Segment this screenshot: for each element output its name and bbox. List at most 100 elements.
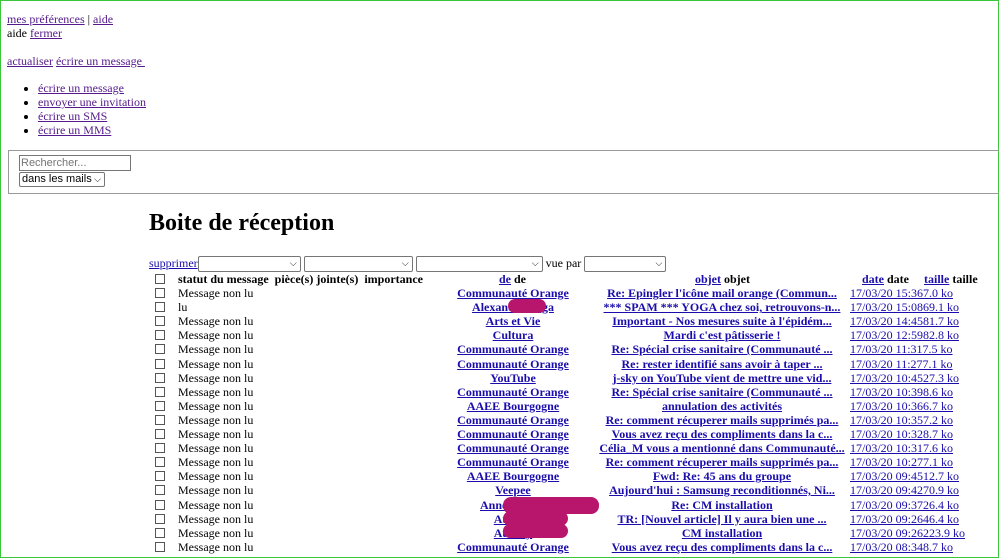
subject-link[interactable]: Important - Nos mesures suite à l'épidém…: [612, 314, 831, 328]
select-all-checkbox[interactable]: [155, 274, 165, 284]
sender-link[interactable]: AAEE Bourgogne: [467, 469, 559, 483]
subject-link[interactable]: Re: rester identifié sans avoir à taper …: [621, 357, 822, 371]
date-size-link[interactable]: 17/03/20 09:26223.9 ko: [850, 526, 965, 540]
action-select-1[interactable]: ⌵: [197, 256, 301, 273]
row-checkbox[interactable]: [155, 330, 165, 340]
row-checkbox[interactable]: [155, 373, 165, 383]
menu-write-message[interactable]: écrire un message: [38, 81, 124, 95]
sender-link[interactable]: Communauté Orange: [457, 427, 569, 441]
help-link[interactable]: aide: [93, 12, 113, 26]
date-size-link[interactable]: 17/03/20 12:5982.8 ko: [850, 328, 959, 342]
subject-link[interactable]: Re: comment récuperer mails supprimés pa…: [606, 413, 839, 427]
sender-link[interactable]: Cultura: [493, 328, 534, 342]
action-select-2[interactable]: ⌵: [303, 256, 413, 273]
subject-link[interactable]: Re: Spécial crise sanitaire (Communauté …: [611, 342, 832, 356]
menu-write-sms[interactable]: écrire un SMS: [38, 109, 107, 123]
subject-link[interactable]: Célia_M vous a mentionné dans Communauté…: [599, 441, 844, 455]
date-size-link[interactable]: 17/03/20 10:328.7 ko: [850, 427, 953, 441]
subject-link[interactable]: Re: Epingler l'icône mail orange (Commun…: [607, 286, 837, 300]
row-checkbox[interactable]: [155, 302, 165, 312]
date-size-link[interactable]: 17/03/20 10:366.7 ko: [850, 399, 953, 413]
sort-by-from-link[interactable]: de: [499, 272, 511, 286]
date-size-link[interactable]: 17/03/20 09:3726.4 ko: [850, 498, 959, 512]
subject-link[interactable]: *** SPAM *** YOGA chez soi, retrouvons-n…: [604, 300, 841, 314]
subject-link[interactable]: Re: comment récuperer mails supprimés pa…: [606, 455, 839, 469]
subject-link[interactable]: Fwd: Re: 45 ans du groupe: [653, 469, 791, 483]
date-size-link[interactable]: 17/03/20 10:398.6 ko: [850, 385, 953, 399]
row-checkbox[interactable]: [155, 344, 165, 354]
write-message-link-tail[interactable]: [142, 54, 145, 68]
date-size-link[interactable]: 17/03/20 10:4527.3 ko: [850, 371, 959, 385]
date-size-cell: 17/03/20 10:317.6 ko: [850, 441, 953, 456]
row-checkbox[interactable]: [155, 542, 165, 552]
search-input[interactable]: [19, 155, 131, 171]
sender-link[interactable]: Communauté Orange: [457, 455, 569, 469]
preferences-link[interactable]: mes préférences: [7, 12, 85, 26]
date-size-link[interactable]: 17/03/20 10:277.1 ko: [850, 455, 953, 469]
sender-cell: Communauté Orange: [433, 413, 593, 428]
sender-link[interactable]: Arts et Vie: [486, 314, 541, 328]
row-checkbox[interactable]: [155, 471, 165, 481]
row-checkbox[interactable]: [155, 401, 165, 411]
subject-link[interactable]: Vous avez reçu des compliments dans la c…: [612, 540, 833, 554]
sort-by-size-link[interactable]: taille: [924, 272, 949, 286]
subject-link[interactable]: Vous avez reçu des compliments dans la c…: [612, 427, 833, 441]
date-size-link[interactable]: 17/03/20 11:317.5 ko: [850, 342, 953, 356]
subject-column-label: objet: [724, 272, 750, 286]
sort-by-date-link[interactable]: date: [862, 272, 884, 286]
date-size-link[interactable]: 17/03/20 10:317.6 ko: [850, 441, 953, 455]
action-select-3[interactable]: ⌵: [415, 256, 543, 273]
subject-cell: Vous avez reçu des compliments dans la c…: [596, 540, 848, 555]
subject-link[interactable]: j-sky on YouTube vient de mettre une vid…: [613, 371, 832, 385]
row-checkbox[interactable]: [155, 415, 165, 425]
menu-write-mms[interactable]: écrire un MMS: [38, 123, 111, 137]
sender-link[interactable]: Communauté Orange: [457, 385, 569, 399]
row-checkbox[interactable]: [155, 528, 165, 538]
subject-link[interactable]: Aujourd'hui : Samsung reconditionnés, Ni…: [609, 483, 835, 497]
search-scope-select[interactable]: dans les mails ⌵: [19, 172, 105, 187]
subject-link[interactable]: Re: CM installation: [671, 498, 772, 512]
row-checkbox[interactable]: [155, 288, 165, 298]
view-by-select[interactable]: ⌵: [584, 256, 667, 273]
sender-link[interactable]: Communauté Orange: [457, 286, 569, 300]
table-row: Message non lu YouTube j-sky on YouTube vi…: [0, 371, 999, 385]
row-checkbox[interactable]: [155, 429, 165, 439]
date-size-link[interactable]: 17/03/20 10:357.2 ko: [850, 413, 953, 427]
sort-by-subject-link[interactable]: objet: [695, 272, 721, 286]
sender-link[interactable]: AAEE Bourgogne: [467, 399, 559, 413]
sender-link[interactable]: Communauté Orange: [457, 357, 569, 371]
delete-link[interactable]: supprimer: [149, 256, 198, 270]
refresh-link[interactable]: actualiser: [7, 54, 53, 68]
row-checkbox[interactable]: [155, 316, 165, 326]
date-size-link[interactable]: 17/03/20 09:4512.7 ko: [850, 469, 959, 483]
date-size-link[interactable]: 17/03/20 08:348.7 ko: [850, 540, 953, 554]
date-size-link[interactable]: 17/03/20 09:4270.9 ko: [850, 483, 959, 497]
subject-link[interactable]: TR: [Nouvel article] Il y aura bien une …: [618, 512, 827, 526]
subject-link[interactable]: annulation des activités: [662, 399, 782, 413]
subject-link[interactable]: CM installation: [682, 526, 762, 540]
sender-link[interactable]: Communauté Orange: [457, 441, 569, 455]
close-link[interactable]: fermer: [30, 26, 62, 40]
subject-cell: *** SPAM *** YOGA chez soi, retrouvons-n…: [596, 300, 848, 315]
menu-send-invitation[interactable]: envoyer une invitation: [38, 95, 146, 109]
row-checkbox[interactable]: [155, 500, 165, 510]
date-size-link[interactable]: 17/03/20 15:367.0 ko: [850, 286, 953, 300]
row-checkbox[interactable]: [155, 457, 165, 467]
row-checkbox[interactable]: [155, 359, 165, 369]
sender-link[interactable]: Communauté Orange: [457, 342, 569, 356]
row-checkbox[interactable]: [155, 514, 165, 524]
sender-link[interactable]: Veepee: [495, 483, 531, 497]
date-size-link[interactable]: 17/03/20 09:2646.4 ko: [850, 512, 959, 526]
row-checkbox[interactable]: [155, 485, 165, 495]
date-size-link[interactable]: 17/03/20 14:4581.7 ko: [850, 314, 959, 328]
sender-link[interactable]: YouTube: [490, 371, 536, 385]
date-size-link[interactable]: 17/03/20 15:0869.1 ko: [850, 300, 959, 314]
subject-link[interactable]: Re: Spécial crise sanitaire (Communauté …: [611, 385, 832, 399]
sender-link[interactable]: Communauté Orange: [457, 540, 569, 554]
row-checkbox[interactable]: [155, 443, 165, 453]
row-checkbox[interactable]: [155, 387, 165, 397]
subject-link[interactable]: Mardi c'est pâtisserie !: [664, 328, 781, 342]
sender-link[interactable]: Communauté Orange: [457, 413, 569, 427]
date-size-link[interactable]: 17/03/20 11:277.1 ko: [850, 357, 953, 371]
write-message-link[interactable]: écrire un message: [56, 54, 142, 68]
